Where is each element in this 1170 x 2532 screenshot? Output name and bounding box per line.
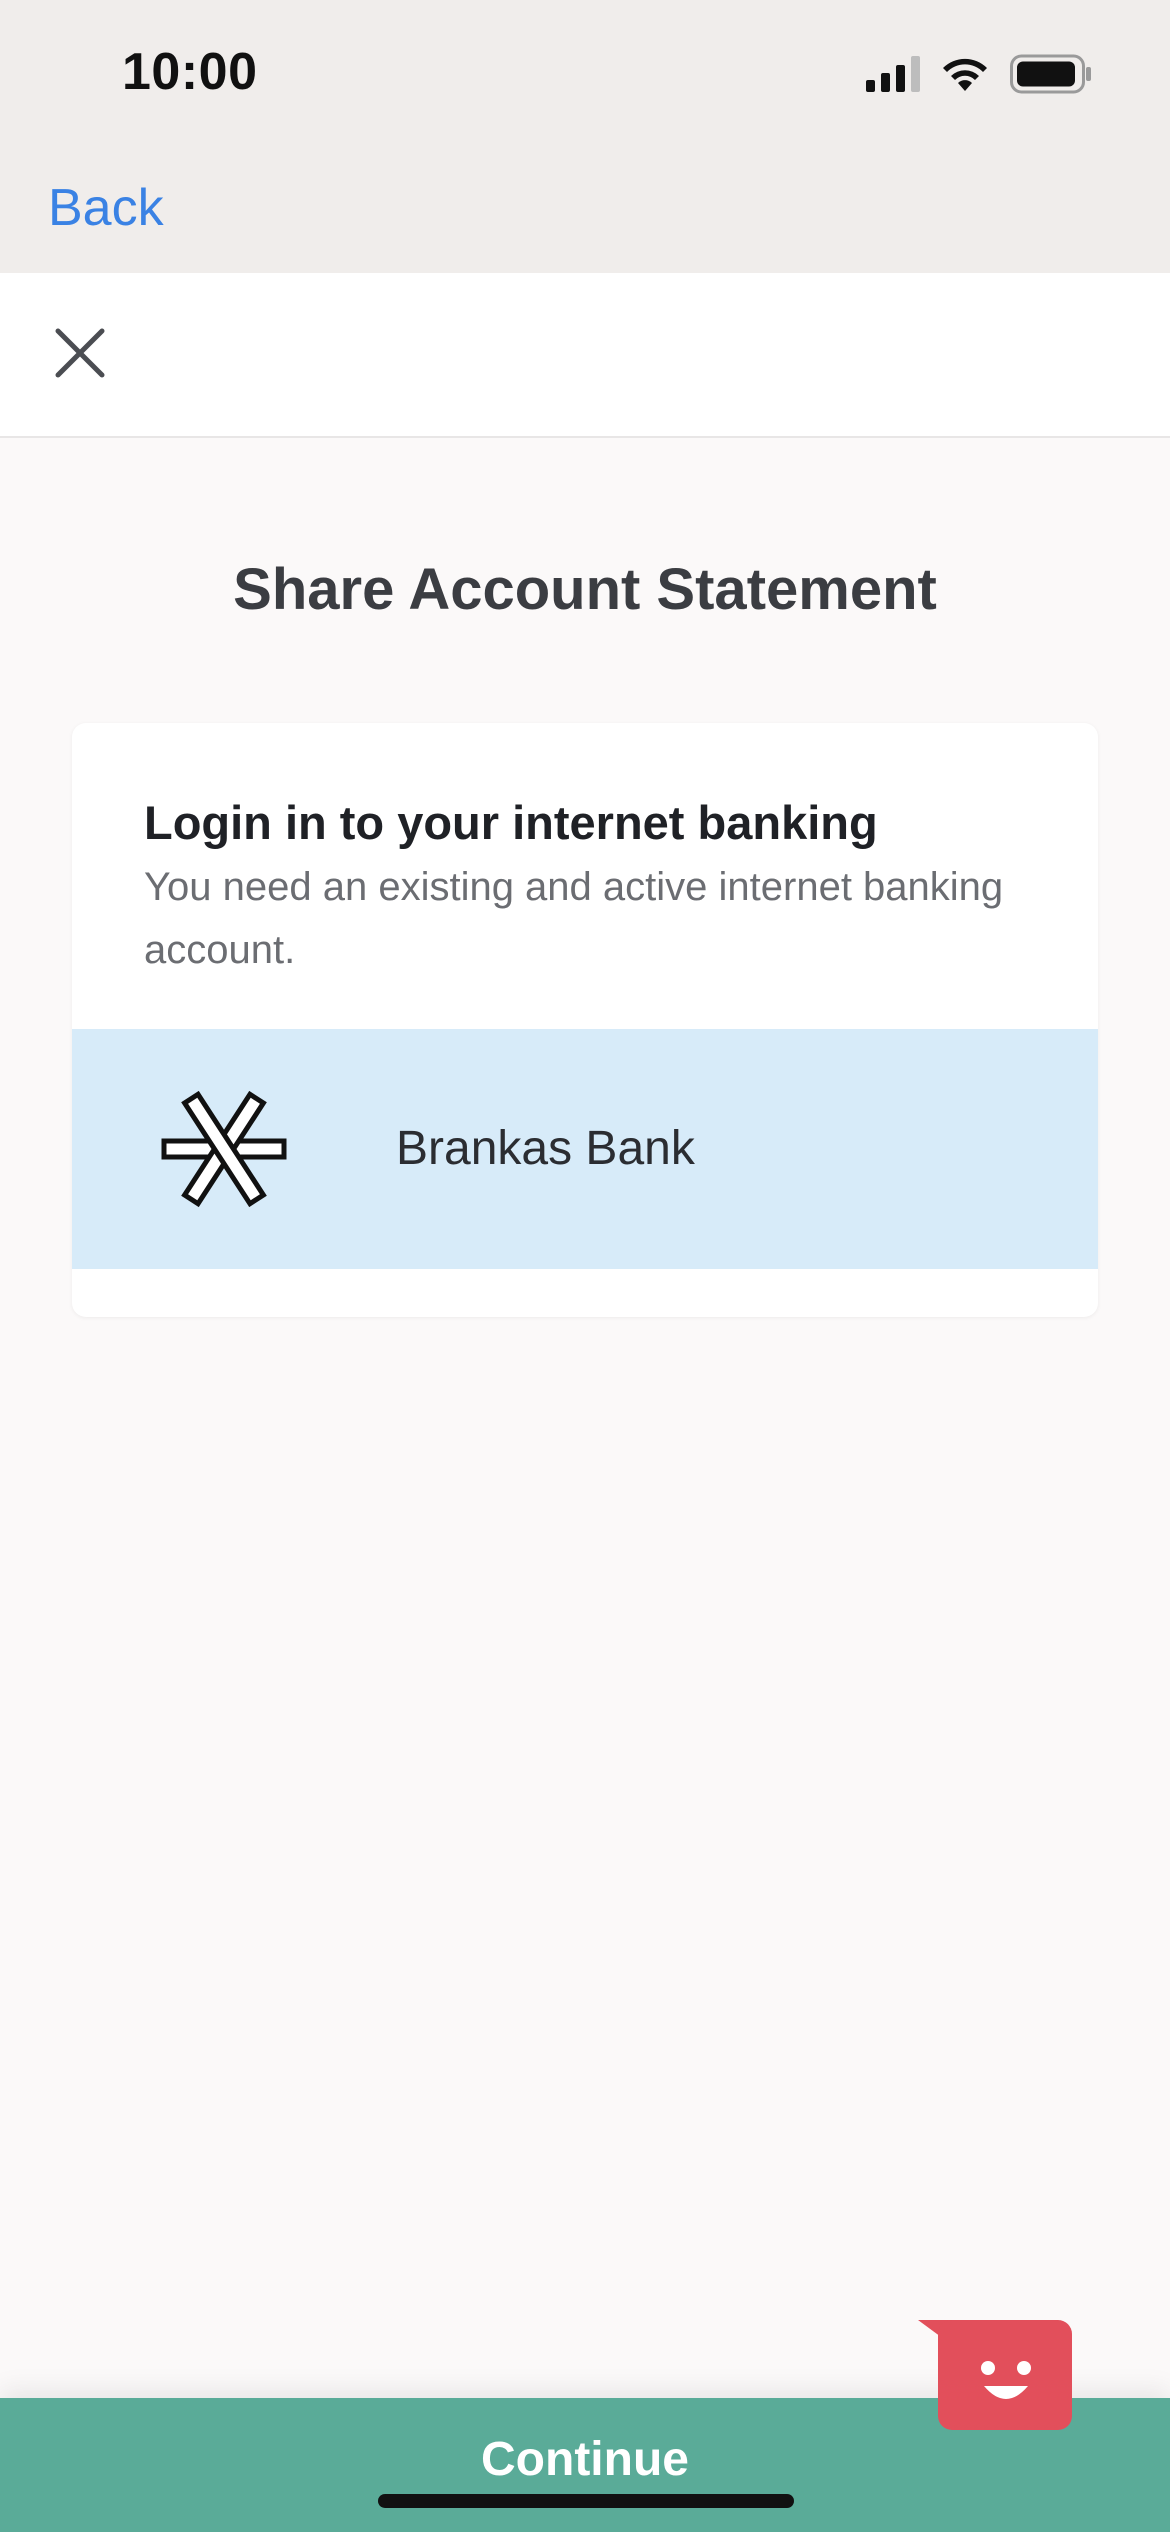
bank-login-card: Login in to your internet banking You ne… [72, 723, 1098, 1317]
cellular-signal-icon [866, 56, 920, 92]
screen: 10:00 Back Share Account Statement Login… [0, 0, 1170, 2532]
home-indicator [378, 2494, 794, 2508]
sheet-header [0, 273, 1170, 438]
chat-support-icon[interactable] [918, 2318, 1074, 2432]
bank-option-brankas[interactable]: Brankas Bank [72, 1029, 1098, 1269]
back-button[interactable]: Back [48, 178, 164, 238]
bank-name: Brankas Bank [396, 1122, 695, 1175]
status-bar: 10:00 [0, 0, 1170, 150]
card-subtitle: You need an existing and active internet… [144, 865, 1004, 972]
close-icon[interactable] [52, 325, 108, 381]
battery-icon [1010, 54, 1091, 94]
status-time: 10:00 [122, 43, 258, 101]
continue-label: Continue [481, 2433, 689, 2486]
brankas-logo-icon [161, 1090, 287, 1208]
page-title: Share Account Statement [233, 557, 937, 622]
card-heading: Login in to your internet banking [144, 796, 878, 849]
wifi-icon [943, 58, 987, 91]
status-icons [866, 54, 1092, 94]
nav-bar: Back [0, 150, 1170, 273]
